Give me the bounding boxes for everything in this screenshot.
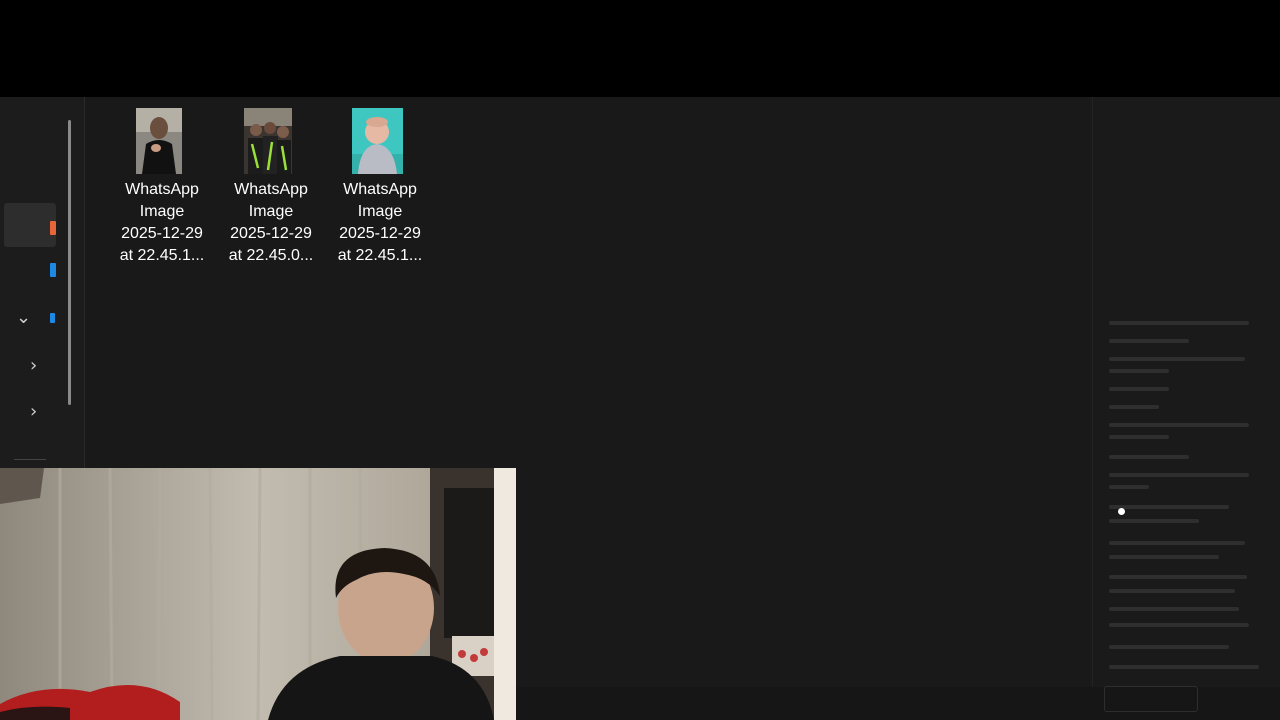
file-name-line: WhatsApp [234, 181, 308, 198]
panel-text-line [1109, 435, 1169, 439]
chevron-down-icon[interactable]: ⌄ [16, 309, 31, 327]
panel-text-line [1109, 369, 1169, 373]
panel-text-line [1109, 665, 1259, 669]
panel-text-line [1109, 387, 1169, 391]
file-name-line: at 22.45.0... [228, 247, 314, 264]
side-panel [1092, 97, 1280, 687]
file-name: WhatsApp Image 2025-12-29 at 22.45.1... [328, 179, 432, 267]
file-name-line: Image [139, 203, 185, 220]
panel-text-line [1109, 455, 1189, 459]
file-name-line: at 22.45.1... [337, 247, 423, 264]
panel-text-line [1109, 589, 1235, 593]
file-item[interactable]: WhatsApp Image 2025-12-29 at 22.45.1... [328, 104, 432, 269]
image-thumbnail [244, 108, 292, 174]
panel-text-line [1109, 607, 1239, 611]
nav-item-folder-2[interactable]: › [4, 391, 56, 435]
gallery-icon [50, 263, 56, 277]
panel-text-line [1109, 505, 1229, 509]
panel-action-button[interactable] [1104, 686, 1198, 712]
panel-text-line [1109, 357, 1245, 361]
nav-scrollbar[interactable] [68, 120, 71, 405]
file-name-line: WhatsApp [343, 181, 417, 198]
nav-item-gallery[interactable] [4, 249, 56, 293]
panel-text-line [1109, 575, 1247, 579]
file-name-line: 2025-12-29 [121, 225, 203, 242]
top-black-bar [0, 0, 1280, 97]
nav-item-onedrive[interactable]: ⌄ [4, 297, 56, 341]
panel-text-line [1109, 423, 1249, 427]
panel-text-line [1109, 555, 1219, 559]
panel-text-line [1109, 541, 1245, 545]
file-name-line: Image [357, 203, 403, 220]
file-name-line: at 22.45.1... [119, 247, 205, 264]
file-name: WhatsApp Image 2025-12-29 at 22.45.0... [219, 179, 323, 267]
mouse-cursor [1118, 508, 1125, 515]
panel-text-line [1109, 321, 1249, 325]
chevron-right-icon[interactable]: › [30, 403, 37, 421]
file-name-line: 2025-12-29 [230, 225, 312, 242]
image-thumbnail [136, 108, 182, 174]
panel-text-line [1109, 473, 1249, 477]
panel-text-line [1109, 339, 1189, 343]
panel-text-line [1109, 485, 1149, 489]
file-item[interactable]: WhatsApp Image 2025-12-29 at 22.45.0... [219, 104, 323, 269]
file-item[interactable]: WhatsApp Image 2025-12-29 at 22.45.1... [110, 104, 214, 269]
file-name-line: 2025-12-29 [339, 225, 421, 242]
file-name-line: WhatsApp [125, 181, 199, 198]
navigation-pane: ⌄ › › [0, 97, 85, 563]
file-name: WhatsApp Image 2025-12-29 at 22.45.1... [110, 179, 214, 267]
file-name-line: Image [248, 203, 294, 220]
chevron-right-icon[interactable]: › [30, 357, 37, 375]
panel-text-line [1109, 519, 1199, 523]
panel-text-line [1109, 405, 1159, 409]
image-thumbnail [352, 108, 403, 174]
home-icon [50, 221, 56, 235]
panel-text-line [1109, 645, 1229, 649]
nav-divider [14, 459, 46, 460]
nav-item-home[interactable] [4, 203, 56, 247]
nav-item-folder-1[interactable]: › [4, 345, 56, 389]
onedrive-icon [50, 313, 55, 323]
webcam-overlay [0, 468, 516, 720]
panel-text-line [1109, 623, 1249, 627]
